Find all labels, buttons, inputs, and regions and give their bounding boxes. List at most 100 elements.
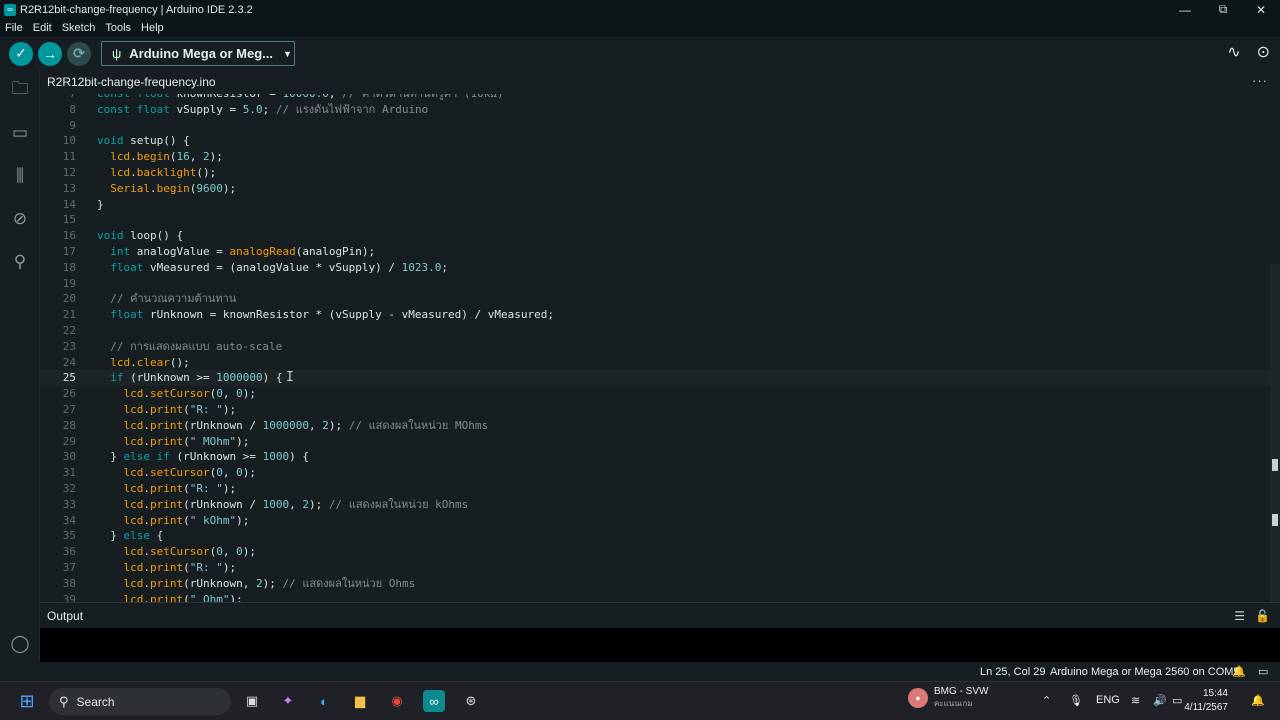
code-line[interactable]: 23 // การแสดงผลแบบ auto-scale [40,339,1270,355]
notification-icon[interactable]: 🔔 [1232,665,1246,678]
tab-sketch-file[interactable]: R2R12bit-change-frequency.ino [40,75,216,89]
code-line[interactable]: 19 [40,276,1270,292]
chrome-icon[interactable]: ◉ [386,690,408,712]
clear-output-icon[interactable]: ☰ [1234,609,1245,623]
code-text: lcd.print("R: "); [123,481,237,495]
system-clock[interactable]: 15:44 4/11/2567 [1184,687,1228,715]
menu-sketch[interactable]: Sketch [57,22,101,34]
folder-icon[interactable]: 🗀 [8,78,32,102]
copilot-icon[interactable]: ✦ [277,690,299,712]
line-number: 37 [62,560,76,574]
menu-edit[interactable]: Edit [28,22,57,34]
arrow-right-icon: → [43,45,57,62]
code-line[interactable]: 34 lcd.print(" kOhm"); [40,513,1270,529]
line-number: 8 [69,102,76,116]
code-line[interactable]: 28 lcd.print(rUnknown / 1000000, 2); // … [40,418,1270,434]
volume-icon[interactable]: 🔊 [1153,694,1167,707]
code-editor[interactable]: 7 const float knownResistor = 10000.0; //… [40,94,1280,602]
code-line[interactable]: 10 void setup() { [40,133,1270,149]
line-number: 30 [62,450,76,464]
microphone-icon[interactable]: 🎙 [1069,694,1083,707]
status-panel-icon[interactable]: ▭ [1258,665,1268,678]
close-button[interactable]: ✕ [1242,0,1280,19]
code-line[interactable]: 16 void loop() { [40,228,1270,244]
file-explorer-icon[interactable]: ▆ [349,690,371,712]
code-line[interactable]: 24 lcd.clear(); [40,355,1270,371]
code-line[interactable]: 9 [40,118,1270,134]
code-line[interactable]: 12 lcd.backlight(); [40,165,1270,181]
code-line[interactable]: 14} [40,197,1270,213]
language-indicator[interactable]: ENG [1096,694,1120,706]
taskbar-search[interactable]: ⚲ Search [49,688,231,715]
weather-widget[interactable]: ● BMG - SVW คะแนนเกม [908,686,988,710]
minimize-button[interactable]: — [1166,0,1204,19]
wifi-icon[interactable]: ≋ [1131,694,1140,707]
code-line[interactable]: 26 lcd.setCursor(0, 0); [40,386,1270,402]
line-number: 20 [62,292,76,306]
code-line[interactable]: 17 int analogValue = analogRead(analogPi… [40,244,1270,260]
notification-icon[interactable]: 🔔 [1251,694,1265,707]
code-text: // การแสดงผลแบบ auto-scale [110,339,283,353]
more-icon[interactable]: ··· [1252,73,1268,88]
code-line[interactable]: 33 lcd.print(rUnknown / 1000, 2); // แสด… [40,497,1270,513]
usb-icon: ψ [112,46,122,61]
code-line[interactable]: 8 const float vSupply = 5.0; // แรงดันไฟฟ… [40,102,1270,118]
code-text: Serial.begin(9600); [110,181,237,195]
code-line[interactable]: 22 [40,323,1270,339]
code-line[interactable]: 31 lcd.setCursor(0, 0); [40,465,1270,481]
upload-button[interactable]: → [38,41,62,66]
github-icon[interactable]: ⊛ [460,690,482,712]
code-line[interactable]: 39 lcd.print(" Ohm"); [40,592,1270,603]
windows-taskbar: ⊞ ⚲ Search ▣ ✦ ◐ ▆ ◉ ∞ ⊛ ● BMG - SVW คะแ… [0,681,1280,720]
maximize-button[interactable]: ⧉ [1204,0,1242,19]
arduino-taskbar-icon[interactable]: ∞ [423,690,445,712]
chevron-up-icon[interactable]: ⌃ [1042,694,1051,707]
plotter-icon[interactable]: ∿ [1227,42,1240,62]
debug-icon[interactable]: ⊘ [8,207,32,231]
debug-button[interactable]: ⟳ [67,41,91,66]
code-line[interactable]: 18 float vMeasured = (analogValue * vSup… [40,260,1270,276]
board-icon[interactable]: ▭ [8,121,32,145]
code-line[interactable]: 11 lcd.begin(16, 2); [40,149,1270,165]
code-line[interactable]: 35 } else { [40,528,1270,544]
code-text: lcd.print("R: "); [123,560,237,574]
code-line[interactable]: 7 const float knownResistor = 10000.0; //… [40,94,1270,102]
menu-file[interactable]: File [0,22,28,34]
code-line[interactable]: 21 float rUnknown = knownResistor * (vSu… [40,307,1270,323]
code-line[interactable]: 30 } else if (rUnknown >= 1000) { [40,449,1270,465]
menu-tools[interactable]: Tools [100,22,136,34]
code-line[interactable]: 25 if (rUnknown >= 1000000) {I [40,370,1270,387]
verify-button[interactable]: ✓ [9,41,33,66]
editor-scrollbar[interactable] [1270,264,1280,602]
edge-icon[interactable]: ◐ [313,690,335,712]
code-text: lcd.backlight(); [110,165,217,179]
search-icon[interactable]: ⚲ [8,250,32,274]
text-cursor-icon: I [286,370,294,386]
line-number: 9 [69,118,76,132]
account-icon[interactable]: ◯ [8,632,32,656]
code-line[interactable]: 27 lcd.print("R: "); [40,402,1270,418]
code-line[interactable]: 36 lcd.setCursor(0, 0); [40,544,1270,560]
menu-help[interactable]: Help [136,22,169,34]
code-line[interactable]: 13 Serial.begin(9600); [40,181,1270,197]
library-icon[interactable]: ⫼ [8,164,32,188]
chevron-down-icon: ▼ [283,48,292,59]
code-line[interactable]: 20 // คำนวณความต้านทาน [40,291,1270,307]
code-line[interactable]: 15 [40,212,1270,228]
line-number: 12 [62,165,76,179]
board-port-status[interactable]: Arduino Mega or Mega 2560 on COM5 [1050,666,1240,678]
output-console[interactable] [40,628,1280,662]
line-number: 27 [62,402,76,416]
lock-icon[interactable]: 🔓 [1255,609,1270,623]
code-line[interactable]: 29 lcd.print(" MOhm"); [40,434,1270,450]
line-number: 28 [62,418,76,432]
magnifier-icon[interactable]: ⊙ [1257,42,1270,62]
code-line[interactable]: 32 lcd.print("R: "); [40,481,1270,497]
windows-start-icon[interactable]: ⊞ [16,690,38,712]
arduino-app-icon: ∞ [4,3,16,16]
board-selector[interactable]: ψ Arduino Mega or Meg... ▼ [101,41,295,66]
code-line[interactable]: 37 lcd.print("R: "); [40,560,1270,576]
code-line[interactable]: 38 lcd.print(rUnknown, 2); // แสดงผลในหน… [40,576,1270,592]
task-view-icon[interactable]: ▣ [241,690,263,712]
battery-icon[interactable]: ▭ [1172,694,1182,707]
